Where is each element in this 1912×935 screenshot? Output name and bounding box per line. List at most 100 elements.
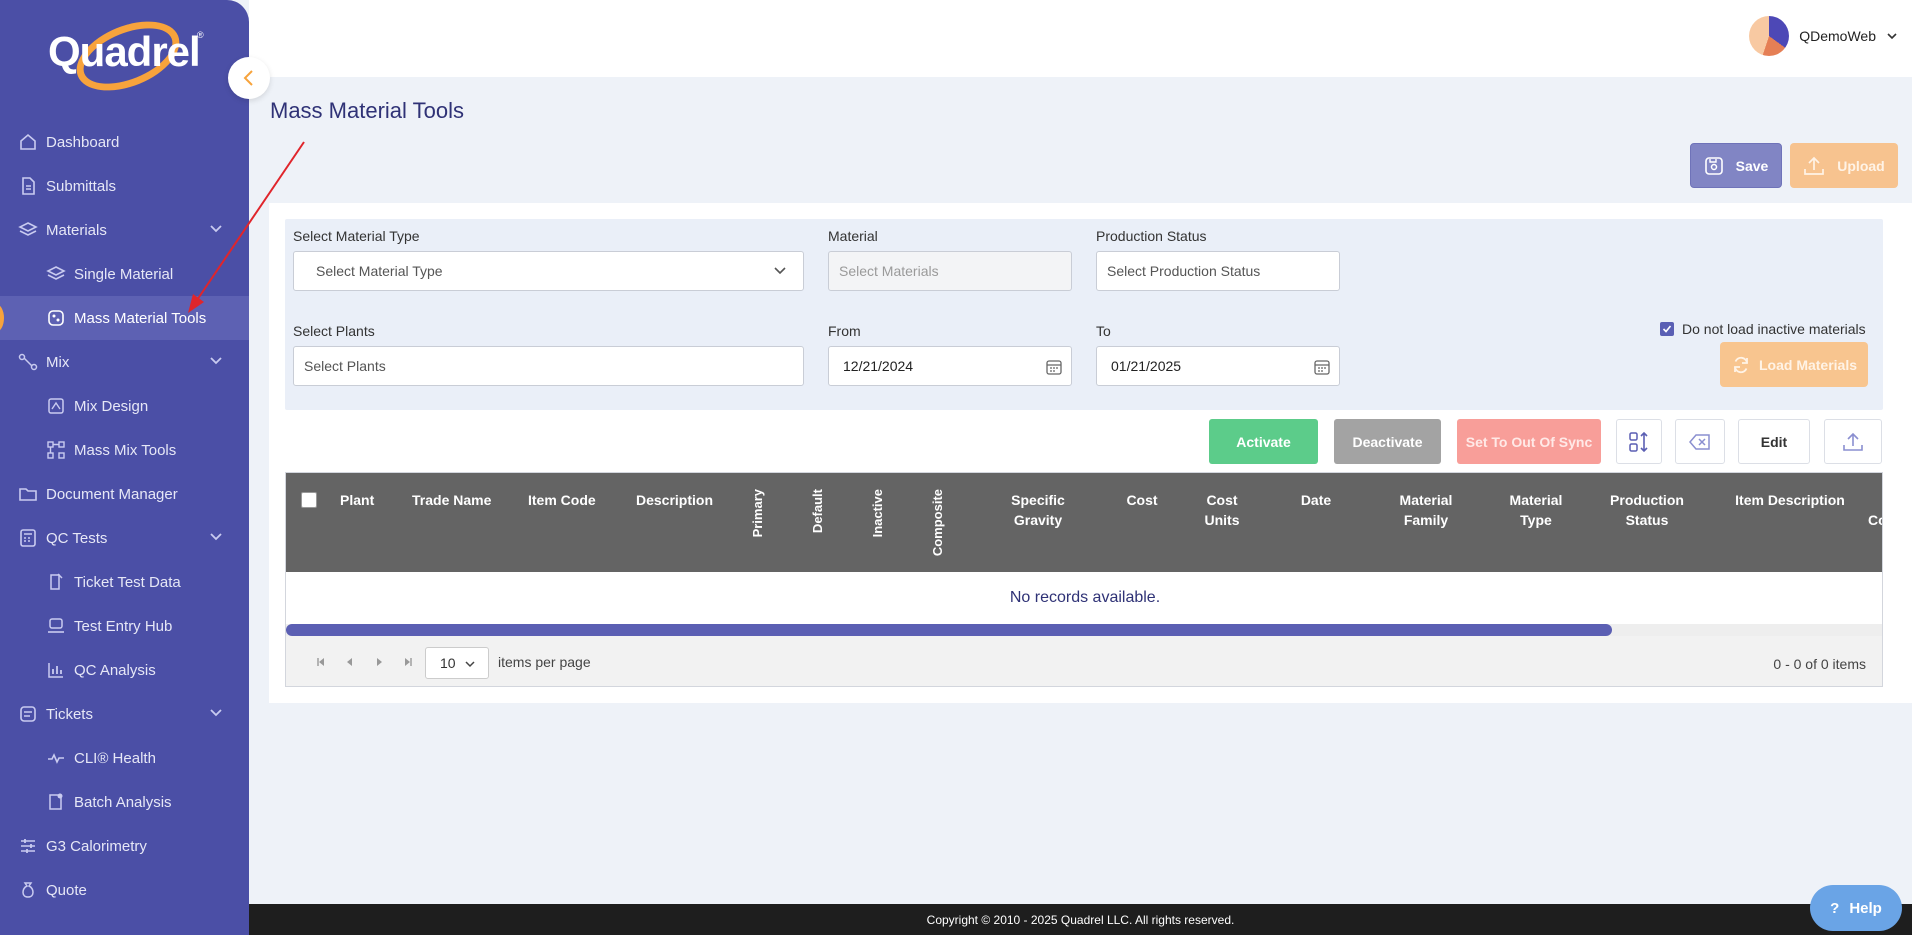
column-specific-gravity-line1: Specific — [1011, 492, 1065, 508]
set-out-of-sync-button[interactable]: Set To Out Of Sync — [1457, 419, 1601, 464]
from-label: From — [828, 323, 861, 339]
horizontal-scrollbar[interactable] — [286, 624, 1882, 636]
sidebar-item-mass-mix-tools[interactable]: Mass Mix Tools — [0, 428, 249, 472]
page-size-value: 10 — [440, 655, 456, 671]
column-material-type-line1: Material — [1509, 492, 1563, 508]
plants-select[interactable]: Select Plants — [293, 346, 804, 386]
sidebar-item-label: Test Entry Hub — [74, 617, 173, 635]
page-title: Mass Material Tools — [270, 98, 464, 123]
sidebar-item-mix[interactable]: Mix — [0, 340, 249, 384]
column-cost-units-line1: Cost — [1206, 492, 1238, 508]
user-menu[interactable]: QDemoWeb — [1749, 16, 1898, 56]
collapse-sidebar-button[interactable] — [228, 57, 270, 99]
column-specific-gravity[interactable]: Specific Gravity — [986, 490, 1090, 530]
sidebar-item-document-manager[interactable]: Document Manager — [0, 472, 249, 516]
column-date[interactable]: Date — [1286, 490, 1346, 510]
chevron-left-icon — [243, 70, 253, 86]
avatar — [1749, 16, 1790, 56]
column-item-code[interactable]: Item Code — [528, 490, 596, 510]
column-production-status[interactable]: Production Status — [1592, 490, 1702, 530]
sidebar-item-cli-health[interactable]: CLI® Health — [0, 736, 249, 780]
help-label: Help — [1849, 899, 1882, 917]
sidebar-item-label: Tickets — [46, 705, 93, 723]
column-trade-name[interactable]: Trade Name — [412, 490, 491, 510]
column-default[interactable]: Default — [808, 489, 828, 533]
column-inactive[interactable]: Inactive — [868, 489, 888, 537]
column-description[interactable]: Description — [636, 490, 713, 510]
scrollbar-thumb[interactable] — [286, 624, 1613, 636]
column-plant[interactable]: Plant — [340, 490, 374, 510]
deactivate-button[interactable]: Deactivate — [1334, 419, 1441, 464]
sidebar-item-label: Mix — [46, 353, 70, 371]
quadrel-logo[interactable]: Quadrel ® — [44, 7, 204, 105]
sidebar-item-tickets[interactable]: Tickets — [0, 692, 249, 736]
sidebar-item-ticket-test-data[interactable]: Ticket Test Data — [0, 560, 249, 604]
sidebar-item-label: Submittals — [46, 177, 117, 195]
production-status-label: Production Status — [1096, 228, 1207, 244]
page-size-select[interactable]: 10 — [425, 647, 489, 679]
last-page-icon[interactable] — [403, 656, 413, 670]
material-type-select[interactable]: Select Material Type — [293, 251, 804, 291]
sidebar-item-qc-tests[interactable]: QC Tests — [0, 516, 249, 560]
stamp-icon — [46, 616, 66, 636]
chevron-down-icon — [210, 357, 222, 365]
sidebar-item-label: G3 Calorimetry — [46, 837, 147, 855]
sidebar-item-label: Document Manager — [46, 485, 178, 503]
sidebar-item-mix-design[interactable]: Mix Design — [0, 384, 249, 428]
sidebar-item-dashboard[interactable]: Dashboard — [0, 120, 249, 164]
sidebar-item-mass-material-tools[interactable]: Mass Material Tools — [0, 296, 249, 340]
load-materials-button[interactable]: Load Materials — [1720, 342, 1868, 387]
upload-icon — [1843, 432, 1863, 451]
money-bag-icon — [18, 880, 38, 900]
production-status-select[interactable]: Select Production Status — [1096, 251, 1340, 291]
from-date-input[interactable]: 12/21/2024 — [828, 346, 1072, 386]
sidebar-item-batch-analysis[interactable]: Batch Analysis — [0, 780, 249, 824]
save-button[interactable]: Save — [1690, 143, 1782, 188]
sidebar-item-g3-calorimetry[interactable]: G3 Calorimetry — [0, 824, 249, 868]
footer: Copyright © 2010 - 2025 Quadrel LLC. All… — [249, 904, 1912, 935]
sidebar-item-quote[interactable]: Quote — [0, 868, 249, 912]
to-date-input[interactable]: 01/21/2025 — [1096, 346, 1340, 386]
sidebar-item-qc-analysis[interactable]: QC Analysis — [0, 648, 249, 692]
production-status-placeholder: Select Production Status — [1107, 263, 1261, 279]
calendar-icon[interactable] — [1313, 358, 1331, 376]
column-composite[interactable]: Composite — [928, 489, 948, 556]
column-material-type[interactable]: Material Type — [1486, 490, 1586, 530]
sidebar-item-materials[interactable]: Materials — [0, 208, 249, 252]
ticket-icon — [18, 704, 38, 724]
sidebar-item-submittals[interactable]: Submittals — [0, 164, 249, 208]
column-material-type-line2: Type — [1520, 512, 1552, 528]
sidebar-item-label: QC Tests — [46, 529, 108, 547]
palette-icon — [46, 308, 66, 328]
sidebar-item-label: Ticket Test Data — [74, 573, 181, 591]
next-page-icon[interactable] — [374, 656, 384, 670]
material-select[interactable]: Select Materials — [828, 251, 1072, 291]
activate-button[interactable]: Activate — [1209, 419, 1318, 464]
sidebar-item-test-entry-hub[interactable]: Test Entry Hub — [0, 604, 249, 648]
upload-button[interactable]: Upload — [1790, 143, 1898, 188]
column-partial[interactable]: Co — [1868, 510, 1882, 530]
load-materials-label: Load Materials — [1758, 356, 1858, 373]
column-material-family[interactable]: Material Family — [1376, 490, 1476, 530]
calendar-icon[interactable] — [1045, 358, 1063, 376]
column-cost[interactable]: Cost — [1112, 490, 1172, 510]
export-button[interactable] — [1824, 419, 1882, 464]
user-name: QDemoWeb — [1799, 28, 1876, 44]
sidebar-item-label: QC Analysis — [74, 661, 156, 679]
prev-page-icon[interactable] — [345, 656, 355, 670]
column-primary[interactable]: Primary — [748, 489, 768, 537]
edit-button[interactable]: Edit — [1738, 419, 1810, 464]
grid-header: Plant Trade Name Item Code Description P… — [286, 473, 1882, 572]
plants-placeholder: Select Plants — [304, 358, 386, 374]
column-cost-units[interactable]: Cost Units — [1192, 490, 1252, 530]
clear-button[interactable] — [1675, 419, 1725, 464]
first-page-icon[interactable] — [316, 656, 326, 670]
chevron-down-icon — [210, 709, 222, 717]
sort-columns-button[interactable] — [1616, 419, 1662, 464]
column-item-description[interactable]: Item Description — [1720, 490, 1860, 510]
inactive-materials-toggle[interactable]: Do not load inactive materials — [1660, 321, 1866, 337]
select-all-checkbox[interactable] — [301, 492, 317, 508]
sidebar-item-single-material[interactable]: Single Material — [0, 252, 249, 296]
inactive-checkbox[interactable] — [1660, 322, 1674, 336]
help-button[interactable]: ? Help — [1810, 885, 1902, 931]
